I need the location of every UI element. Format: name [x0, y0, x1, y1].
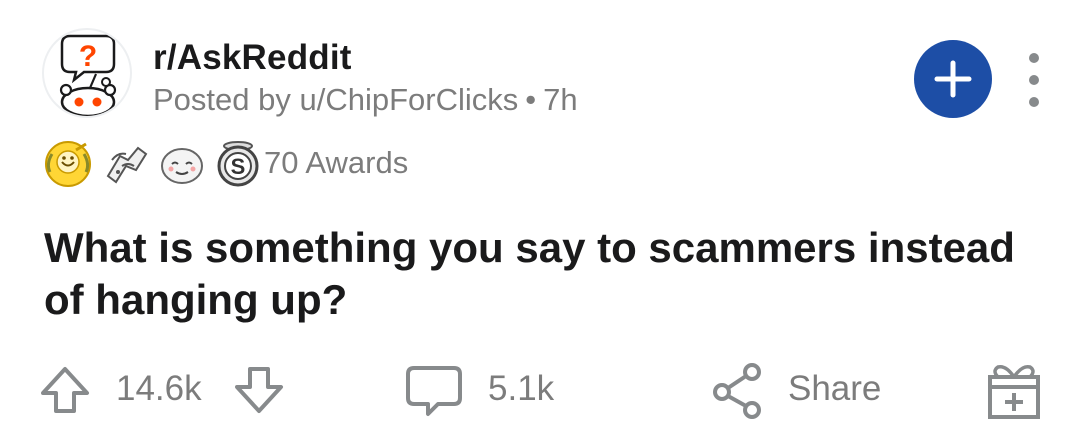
share-icon: [713, 363, 761, 419]
askreddit-snoo-icon: ?: [59, 34, 117, 116]
awards-count: 70 Awards: [264, 145, 409, 180]
awards-row[interactable]: S 70 Awards: [40, 136, 640, 192]
vertical-ellipsis-icon: [1029, 53, 1039, 107]
plus-icon: [934, 60, 972, 98]
post-action-bar: 14.6k 5.1k Share: [0, 352, 1080, 428]
comment-count[interactable]: 5.1k: [488, 369, 554, 409]
comments-button[interactable]: [404, 352, 464, 428]
downvote-button[interactable]: [232, 352, 286, 428]
upvote-button[interactable]: [38, 352, 92, 428]
comment-bubble-icon: [406, 366, 462, 416]
posted-by[interactable]: Posted by u/ChipForClicks: [153, 82, 518, 117]
wholesome-seal-award-icon: [154, 136, 210, 192]
post-age: 7h: [543, 82, 578, 117]
hugz-award-icon: [98, 136, 154, 192]
arrow-down-icon: [235, 367, 283, 413]
silver-coin-award-icon: S: [210, 136, 266, 192]
subreddit-name[interactable]: r/AskReddit: [153, 38, 352, 78]
svg-text:S: S: [231, 154, 246, 179]
share-label[interactable]: Share: [788, 369, 881, 409]
give-award-button[interactable]: [984, 352, 1044, 428]
more-options-button[interactable]: [1018, 48, 1050, 112]
share-button[interactable]: [708, 352, 768, 428]
post-header: ? r/AskReddit Posted by u/ChipForClicks •…: [40, 24, 1050, 124]
arrow-up-icon: [41, 367, 89, 413]
vote-score: 14.6k: [116, 369, 202, 408]
post-title[interactable]: What is something you say to scammers in…: [44, 222, 1044, 326]
gift-award-icon: [988, 364, 1040, 419]
svg-text:?: ?: [79, 40, 97, 73]
subreddit-avatar[interactable]: ?: [42, 28, 132, 118]
meta-separator: •: [525, 82, 537, 117]
post-meta: Posted by u/ChipForClicks • 7h: [153, 82, 578, 118]
helpful-award-icon: [40, 136, 96, 192]
join-button[interactable]: [914, 40, 992, 118]
